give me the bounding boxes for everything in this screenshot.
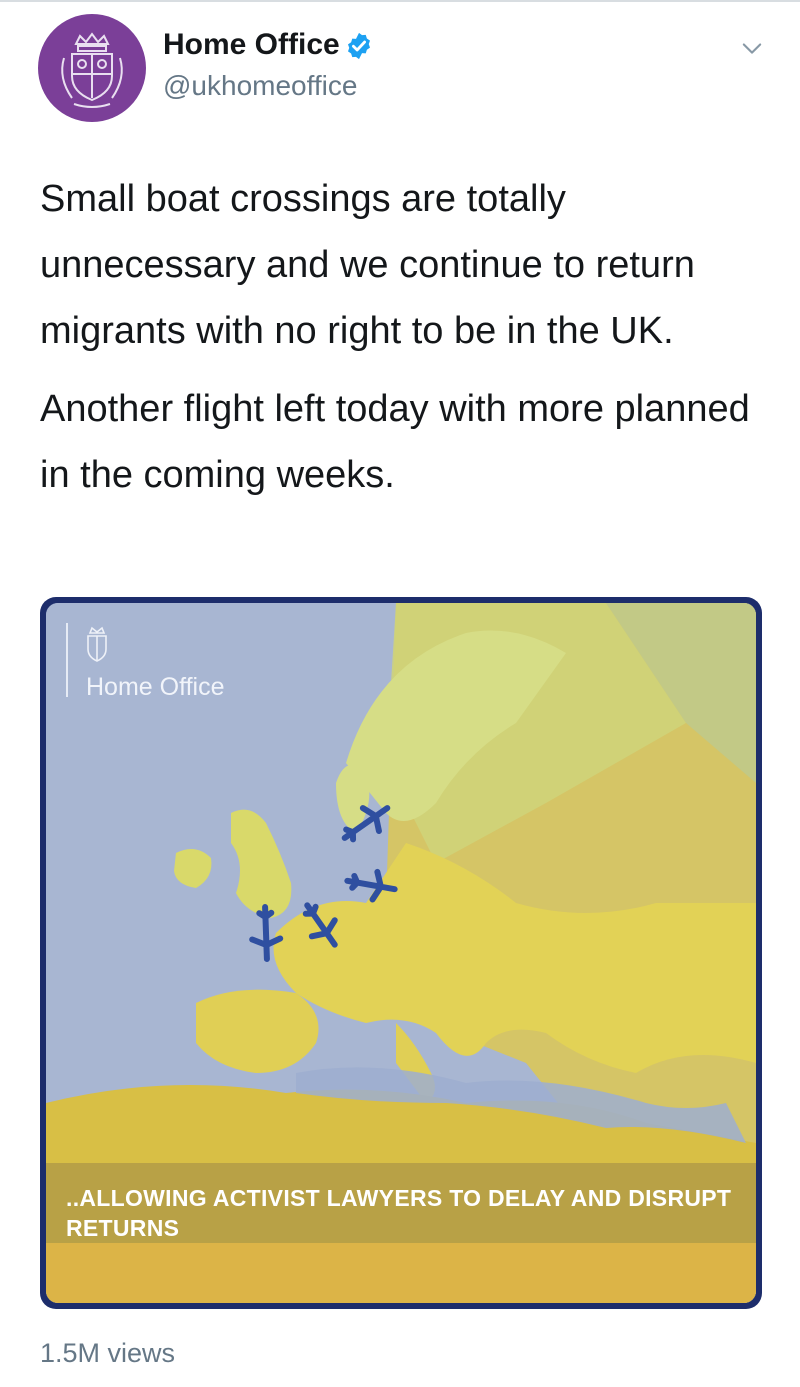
video-caption: ..ALLOWING ACTIVIST LAWYERS TO DELAY AND… [66,1185,732,1241]
tweet-paragraph: Small boat crossings are totally unneces… [40,178,695,352]
top-divider [0,0,800,2]
view-count: 1.5M views [40,1338,176,1368]
brand-divider [66,623,68,697]
video-frame[interactable]: Home Office ..ALLOWING ACTIVIST LAWYERS … [46,603,756,1303]
crest-icon [87,626,107,662]
tweet-text: Small boat crossings are totally unneces… [40,166,760,508]
avatar[interactable] [38,14,146,122]
media-video[interactable]: Home Office ..ALLOWING ACTIVIST LAWYERS … [40,597,762,1309]
display-name[interactable]: Home Office [163,28,340,62]
verified-badge-icon [348,32,370,60]
brand-label: Home Office [86,673,225,701]
chevron-down-icon[interactable] [738,34,766,62]
tweet-paragraph: Another flight left today with more plan… [40,388,750,496]
handle[interactable]: @ukhomeoffice [163,70,357,102]
royal-crest-icon [61,32,123,108]
